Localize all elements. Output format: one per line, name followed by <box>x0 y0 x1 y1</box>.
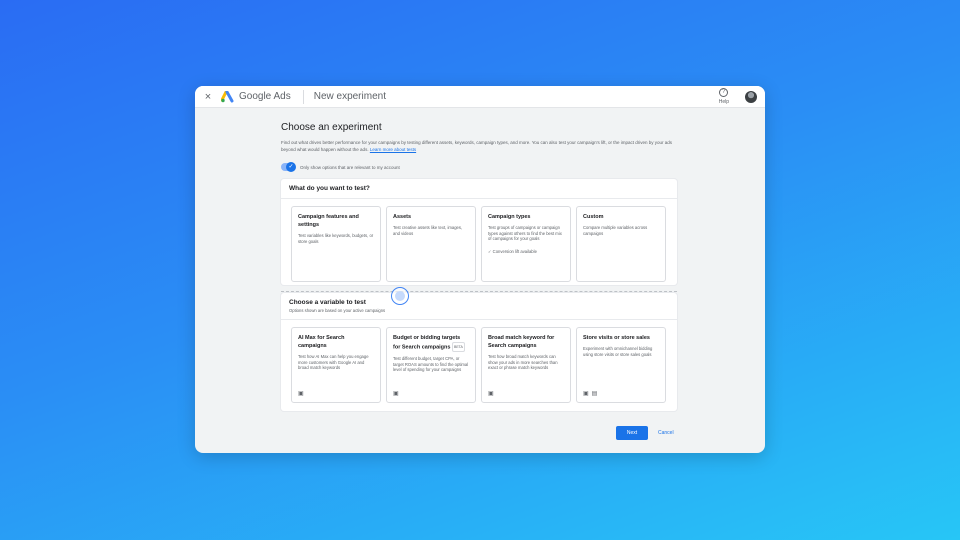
conversion-lift-note: ✓ Conversion lift available <box>488 248 537 254</box>
card-title: Campaign types <box>488 214 531 220</box>
brand-google: Google <box>239 91 272 102</box>
help-label: Help <box>718 99 729 105</box>
card-campaign-features[interactable]: Campaign features and settings Test vari… <box>291 206 381 282</box>
toggle-label: Only show options that are relevant to m… <box>300 164 400 170</box>
card-store-visits[interactable]: Store visits or store sales Experiment w… <box>576 327 666 403</box>
variable-subtitle: Options shown are based on your active c… <box>289 308 386 313</box>
search-campaign-icon: ▣ <box>488 391 494 397</box>
search-campaign-icon: ▣ <box>298 391 304 397</box>
footer-actions: Next Cancel <box>616 426 674 440</box>
help-button[interactable]: ? Help <box>719 88 729 105</box>
card-icons: ▣ <box>393 391 399 397</box>
card-title: Budget or bidding targets for Search cam… <box>393 334 469 352</box>
card-desc: Test creative assets like text, images, … <box>393 225 463 236</box>
card-broad-match[interactable]: Broad match keyword for Search campaigns… <box>481 327 571 403</box>
search-campaign-icon: ▣ <box>583 391 589 397</box>
brand-product: Ads <box>273 91 291 102</box>
card-desc: Experiment with omnichannel bidding usin… <box>583 346 653 357</box>
card-title-text: Budget or bidding targets for Search cam… <box>393 335 461 351</box>
card-campaign-types[interactable]: Campaign types Test groups of campaigns … <box>481 206 571 282</box>
section-divider <box>281 291 677 292</box>
avatar[interactable] <box>745 91 757 103</box>
card-desc: Test how AI Max can help you engage more… <box>298 354 369 370</box>
description-text: Find out what drives better performance … <box>281 140 672 152</box>
test-type-header: What do you want to test? <box>281 179 677 199</box>
check-icon: ✓ <box>286 162 296 172</box>
variable-title: Choose a variable to test <box>289 299 366 306</box>
card-desc: Test different budget, target CPA, or ta… <box>393 356 469 372</box>
variable-panel: Choose a variable to test Options shown … <box>281 293 677 411</box>
card-title: Store visits or store sales <box>583 335 650 341</box>
card-title: Assets <box>393 214 412 220</box>
experiment-heading: Choose an experiment <box>281 122 382 133</box>
learn-more-link[interactable]: Learn more about tests <box>370 147 416 152</box>
drag-handle-inner <box>395 291 405 301</box>
card-icons: ▣ <box>298 391 304 397</box>
cancel-button[interactable]: Cancel <box>658 430 674 436</box>
beta-badge: BETA <box>452 342 465 352</box>
card-custom[interactable]: Custom Compare multiple variables across… <box>576 206 666 282</box>
card-title: Broad match keyword for Search campaigns <box>488 335 555 349</box>
page-title: New experiment <box>313 91 386 102</box>
card-title: Custom <box>583 214 604 220</box>
card-desc: Test groups of campaigns or campaign typ… <box>488 225 562 241</box>
card-assets[interactable]: Assets Test creative assets like text, i… <box>386 206 476 282</box>
relevance-toggle-row: ✓ Only show options that are relevant to… <box>281 162 677 172</box>
google-ads-logo-icon <box>221 90 235 103</box>
top-bar: × Google Ads New experiment ? Help <box>195 86 765 108</box>
experiment-window: × Google Ads New experiment ? Help Choos… <box>195 86 765 453</box>
card-desc: Test variables like keywords, budgets, o… <box>298 233 374 244</box>
next-button[interactable]: Next <box>616 426 648 440</box>
help-icon: ? <box>719 88 729 97</box>
search-campaign-icon: ▣ <box>393 391 399 397</box>
main-content: Choose an experiment Find out what drive… <box>281 122 677 411</box>
drag-handle[interactable] <box>391 287 409 305</box>
test-type-cards: Campaign features and settings Test vari… <box>281 199 677 288</box>
relevance-toggle[interactable]: ✓ <box>281 162 296 172</box>
test-type-panel: What do you want to test? Campaign featu… <box>281 179 677 285</box>
card-title: AI Max for Search campaigns <box>298 335 345 349</box>
variable-header: Choose a variable to test Options shown … <box>281 293 677 320</box>
card-desc: Test how broad match keywords can show y… <box>488 354 558 370</box>
card-ai-max[interactable]: AI Max for Search campaigns Test how AI … <box>291 327 381 403</box>
test-type-title: What do you want to test? <box>289 185 370 192</box>
brand-name: Google Ads <box>239 91 291 102</box>
card-title: Campaign features and settings <box>298 214 359 228</box>
header-divider <box>302 89 304 104</box>
experiment-description: Find out what drives better performance … <box>281 139 677 153</box>
card-icons: ▣ ▤ <box>583 391 597 397</box>
card-budget-bidding[interactable]: Budget or bidding targets for Search cam… <box>386 327 476 403</box>
card-desc: Compare multiple variables across campai… <box>583 225 648 236</box>
card-icons: ▣ <box>488 391 494 397</box>
store-icon: ▤ <box>591 391 598 397</box>
variable-cards: AI Max for Search campaigns Test how AI … <box>281 320 677 409</box>
close-icon[interactable]: × <box>201 91 215 103</box>
